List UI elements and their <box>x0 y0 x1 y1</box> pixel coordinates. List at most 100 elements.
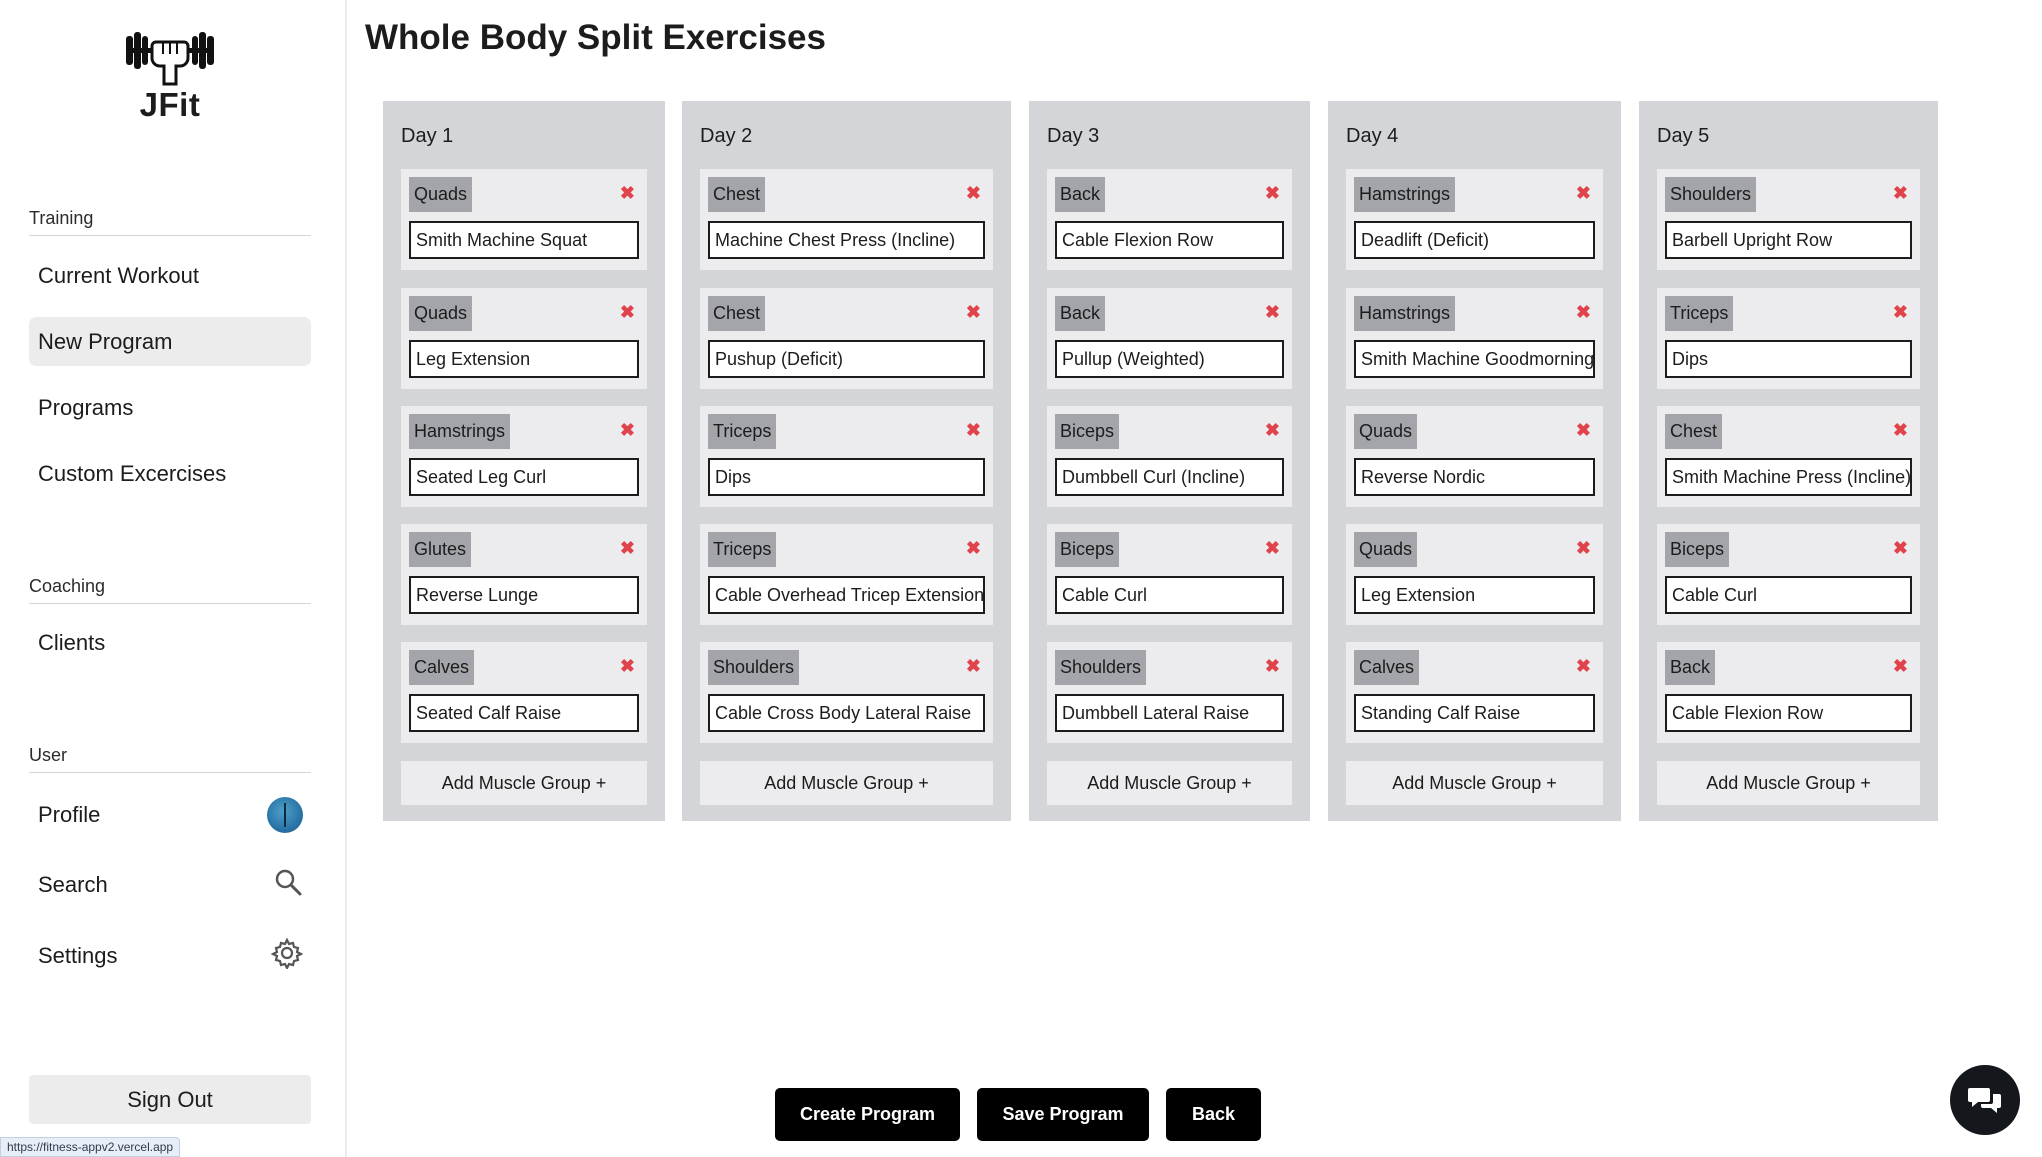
exercise-card: Chest ✖ Smith Machine Press (Incline) <box>1657 406 1920 507</box>
exercise-card: Biceps ✖ Cable Curl <box>1657 524 1920 625</box>
delete-muscle-group-icon[interactable]: ✖ <box>966 183 981 204</box>
delete-muscle-group-icon[interactable]: ✖ <box>620 420 635 441</box>
status-bar-url: https://fitness-appv2.vercel.app <box>0 1137 181 1157</box>
sign-out-button[interactable]: Sign Out <box>29 1075 311 1124</box>
delete-muscle-group-icon[interactable]: ✖ <box>966 656 981 677</box>
nav-settings[interactable]: Settings <box>29 931 311 980</box>
delete-muscle-group-icon[interactable]: ✖ <box>1265 538 1280 559</box>
exercise-select[interactable]: Standing Calf Raise <box>1354 694 1595 732</box>
exercise-select[interactable]: Reverse Lunge <box>409 576 639 614</box>
nav-label: Settings <box>38 942 118 968</box>
chat-bubbles-icon <box>1968 1088 2001 1113</box>
delete-muscle-group-icon[interactable]: ✖ <box>1893 183 1908 204</box>
exercise-select[interactable]: Dumbbell Lateral Raise <box>1055 694 1284 732</box>
exercise-select[interactable]: Smith Machine Goodmorning <box>1354 340 1595 378</box>
chat-button[interactable] <box>1950 1065 2020 1135</box>
add-muscle-group-button[interactable]: Add Muscle Group + <box>401 761 647 805</box>
exercise-select[interactable]: Leg Extension <box>1354 576 1595 614</box>
nav-current-workout[interactable]: Current Workout <box>29 251 311 300</box>
day-label: Day 4 <box>1346 125 1399 147</box>
create-program-button[interactable]: Create Program <box>775 1088 960 1141</box>
add-muscle-group-button[interactable]: Add Muscle Group + <box>1047 761 1292 805</box>
nav-custom-exercises[interactable]: Custom Excercises <box>29 449 311 498</box>
exercise-select[interactable]: Seated Calf Raise <box>409 694 639 732</box>
exercise-select[interactable]: Cable Overhead Tricep Extension <box>708 576 985 614</box>
muscle-group-tag: Back <box>1055 177 1106 212</box>
exercise-card: Shoulders ✖ Barbell Upright Row <box>1657 169 1920 270</box>
exercise-select[interactable]: Cable Curl <box>1665 576 1912 614</box>
section-coaching-label: Coaching <box>29 576 311 604</box>
delete-muscle-group-icon[interactable]: ✖ <box>966 302 981 323</box>
delete-muscle-group-icon[interactable]: ✖ <box>1576 538 1591 559</box>
exercise-select[interactable]: Pushup (Deficit) <box>708 340 985 378</box>
delete-muscle-group-icon[interactable]: ✖ <box>1265 302 1280 323</box>
exercise-select[interactable]: Reverse Nordic <box>1354 458 1595 496</box>
delete-muscle-group-icon[interactable]: ✖ <box>1576 420 1591 441</box>
delete-muscle-group-icon[interactable]: ✖ <box>1265 420 1280 441</box>
muscle-group-tag: Back <box>1665 650 1716 685</box>
exercise-select[interactable]: Smith Machine Press (Incline) <box>1665 458 1912 496</box>
muscle-group-tag: Biceps <box>1055 532 1120 567</box>
exercise-select[interactable]: Seated Leg Curl <box>409 458 639 496</box>
muscle-group-tag: Quads <box>1354 532 1418 567</box>
save-program-button[interactable]: Save Program <box>977 1088 1149 1141</box>
exercise-card: Chest ✖ Pushup (Deficit) <box>700 288 993 389</box>
exercise-card: Back ✖ Cable Flexion Row <box>1657 642 1920 743</box>
day-column: Day 1 Quads ✖ Smith Machine Squat Quads ✖ Leg … <box>383 101 665 821</box>
muscle-group-tag: Glutes <box>409 532 472 567</box>
back-button[interactable]: Back <box>1166 1088 1261 1141</box>
exercise-card: Hamstrings ✖ Smith Machine Goodmorning <box>1346 288 1603 389</box>
exercise-card: Quads ✖ Leg Extension <box>1346 524 1603 625</box>
nav-search[interactable]: Search <box>29 860 311 909</box>
exercise-select[interactable]: Cable Cross Body Lateral Raise <box>708 694 985 732</box>
exercise-select[interactable]: Cable Flexion Row <box>1665 694 1912 732</box>
delete-muscle-group-icon[interactable]: ✖ <box>1576 302 1591 323</box>
exercise-select[interactable]: Dips <box>1665 340 1912 378</box>
nav-programs[interactable]: Programs <box>29 383 311 432</box>
exercise-select[interactable]: Machine Chest Press (Incline) <box>708 221 985 259</box>
muscle-group-tag: Chest <box>708 296 766 331</box>
muscle-group-tag: Quads <box>1354 414 1418 449</box>
delete-muscle-group-icon[interactable]: ✖ <box>620 302 635 323</box>
nav-new-program[interactable]: New Program <box>29 317 311 366</box>
day-label: Day 2 <box>700 125 753 147</box>
exercise-card: Hamstrings ✖ Deadlift (Deficit) <box>1346 169 1603 270</box>
exercise-select[interactable]: Smith Machine Squat <box>409 221 639 259</box>
muscle-group-tag: Hamstrings <box>1354 177 1456 212</box>
delete-muscle-group-icon[interactable]: ✖ <box>1893 420 1908 441</box>
app-logo[interactable]: JFit <box>120 28 220 124</box>
muscle-group-tag: Quads <box>409 296 473 331</box>
add-muscle-group-button[interactable]: Add Muscle Group + <box>700 761 993 805</box>
nav-clients[interactable]: Clients <box>29 618 311 667</box>
delete-muscle-group-icon[interactable]: ✖ <box>1893 302 1908 323</box>
exercise-select[interactable]: Pullup (Weighted) <box>1055 340 1284 378</box>
exercise-select[interactable]: Cable Curl <box>1055 576 1284 614</box>
delete-muscle-group-icon[interactable]: ✖ <box>620 183 635 204</box>
add-muscle-group-button[interactable]: Add Muscle Group + <box>1346 761 1603 805</box>
exercise-select[interactable]: Deadlift (Deficit) <box>1354 221 1595 259</box>
exercise-select[interactable]: Dumbbell Curl (Incline) <box>1055 458 1284 496</box>
nav-label: Search <box>38 871 108 897</box>
exercise-select[interactable]: Cable Flexion Row <box>1055 221 1284 259</box>
nav-profile[interactable]: Profile <box>29 790 311 839</box>
delete-muscle-group-icon[interactable]: ✖ <box>966 538 981 559</box>
delete-muscle-group-icon[interactable]: ✖ <box>1893 656 1908 677</box>
delete-muscle-group-icon[interactable]: ✖ <box>1265 183 1280 204</box>
muscle-group-tag: Biceps <box>1665 532 1730 567</box>
muscle-group-tag: Hamstrings <box>409 414 511 449</box>
muscle-group-tag: Triceps <box>708 532 777 567</box>
delete-muscle-group-icon[interactable]: ✖ <box>1265 656 1280 677</box>
delete-muscle-group-icon[interactable]: ✖ <box>1576 656 1591 677</box>
delete-muscle-group-icon[interactable]: ✖ <box>966 420 981 441</box>
add-muscle-group-button[interactable]: Add Muscle Group + <box>1657 761 1920 805</box>
delete-muscle-group-icon[interactable]: ✖ <box>620 538 635 559</box>
exercise-select[interactable]: Barbell Upright Row <box>1665 221 1912 259</box>
muscle-group-tag: Chest <box>1665 414 1723 449</box>
delete-muscle-group-icon[interactable]: ✖ <box>1576 183 1591 204</box>
delete-muscle-group-icon[interactable]: ✖ <box>1893 538 1908 559</box>
exercise-card: Quads ✖ Leg Extension <box>401 288 647 389</box>
exercise-select[interactable]: Dips <box>708 458 985 496</box>
delete-muscle-group-icon[interactable]: ✖ <box>620 656 635 677</box>
exercise-select[interactable]: Leg Extension <box>409 340 639 378</box>
muscle-group-tag: Triceps <box>1665 296 1734 331</box>
